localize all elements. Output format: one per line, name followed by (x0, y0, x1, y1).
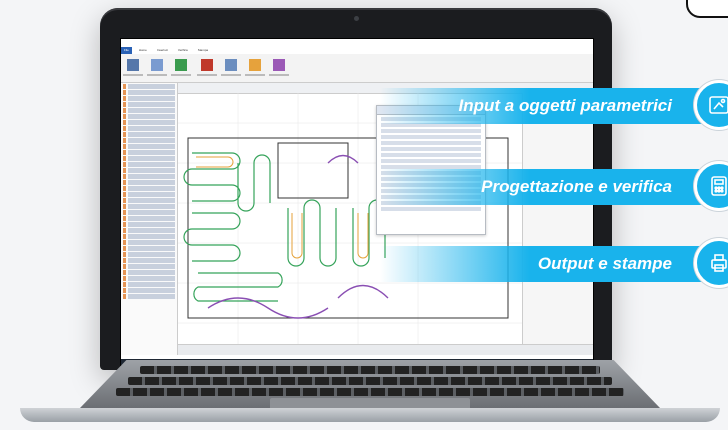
tab-home[interactable]: Home (136, 47, 150, 54)
properties-panel[interactable] (522, 93, 593, 345)
callout-output: Output e stampe (380, 246, 712, 282)
tab-verifica[interactable]: Verifica (175, 47, 191, 54)
tab-stampa[interactable]: Stampa (195, 47, 211, 54)
keyboard-row (140, 366, 600, 374)
tab-inserisci[interactable]: Inserisci (154, 47, 171, 54)
canvas-statusbar (178, 344, 593, 355)
project-tree[interactable] (121, 83, 178, 355)
callout-progettazione: Progettazione e verifica (380, 169, 712, 205)
camera-icon (354, 16, 359, 21)
ribbon-buttons[interactable] (121, 54, 593, 82)
app-ribbon (121, 54, 593, 83)
laptop-base (20, 360, 720, 430)
laptop-scene: File Home Inserisci Verifica Stampa Inpu… (0, 0, 728, 430)
keyboard-row (116, 388, 624, 396)
laptop-front-edge (20, 408, 720, 422)
corner-frame (686, 0, 728, 18)
tab-file[interactable]: File (121, 47, 132, 54)
ribbon-tabs: File Home Inserisci Verifica Stampa (121, 47, 593, 54)
callout-input-parametrico: Input a oggetti parametrici (380, 88, 712, 124)
keyboard-row (128, 377, 612, 385)
